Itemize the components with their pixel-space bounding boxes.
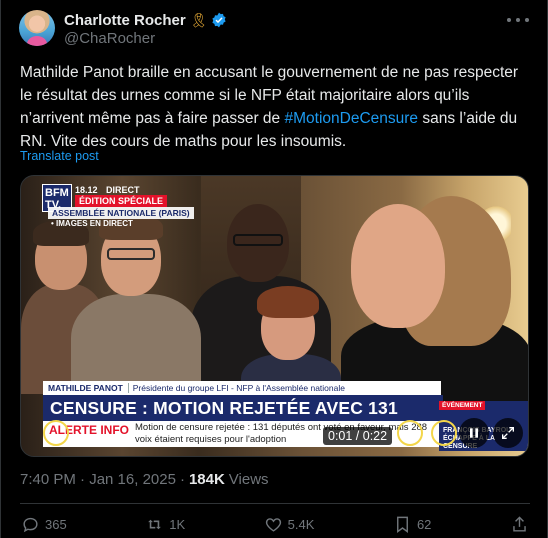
author-name-row: Charlotte Rocher 🎗 <box>64 11 227 29</box>
highlight-circle-icon <box>43 420 69 446</box>
views-count: 184K <box>188 471 225 488</box>
heart-icon <box>265 518 281 532</box>
repost-count: 1K <box>169 517 186 532</box>
translate-post-link[interactable]: Translate post <box>20 149 99 163</box>
broadcast-live-label: DIRECT <box>106 185 140 195</box>
reply-count: 365 <box>45 517 67 532</box>
share-icon <box>513 516 526 532</box>
more-options-icon[interactable] <box>507 11 529 29</box>
bookmark-icon <box>396 516 408 534</box>
verified-badge-icon[interactable] <box>211 12 227 28</box>
reply-button[interactable]: 365 <box>21 515 67 534</box>
avatar[interactable] <box>19 10 55 46</box>
news-headline: CENSURE : MOTION REJETÉE AVEC 131 VOTES … <box>43 395 443 444</box>
action-bar: 365 1K 5.4K 62 <box>21 515 529 534</box>
like-button[interactable]: 5.4K <box>264 515 315 534</box>
post: Charlotte Rocher 🎗 @ChaRocher Mathilde P… <box>0 0 548 538</box>
views-label: Views <box>228 471 269 488</box>
bookmark-count: 62 <box>416 517 432 532</box>
pause-button[interactable] <box>459 418 489 448</box>
repost-button[interactable]: 1K <box>145 515 185 534</box>
video-timer: 0:01 / 0:22 <box>323 427 393 445</box>
post-meta: 7:40 PM · Jan 16, 2025 · 184K Views <box>20 471 269 488</box>
location-banner: ASSEMBLÉE NATIONALE (PARIS) <box>48 207 194 219</box>
bookmark-button[interactable]: 62 <box>393 515 431 534</box>
expand-icon <box>502 427 514 439</box>
divider <box>20 503 530 504</box>
speaker-role: Présidente du groupe LFI - NFP à l'Assem… <box>127 383 345 393</box>
share-button[interactable] <box>510 515 529 534</box>
edition-banner: ÉDITION SPÉCIALE <box>75 195 168 207</box>
post-text: Mathilde Panot braille en accusant le go… <box>20 61 530 153</box>
broadcast-time: 18.12 <box>75 185 98 195</box>
highlight-circle-icon <box>431 420 457 446</box>
repost-icon <box>148 519 162 530</box>
meta-separator: · <box>179 471 185 488</box>
reply-icon <box>23 517 38 533</box>
highlight-circle-icon <box>397 420 423 446</box>
speaker-name: MATHILDE PANOT <box>48 383 123 393</box>
author-handle[interactable]: @ChaRocher <box>64 30 155 47</box>
fullscreen-button[interactable] <box>493 418 523 448</box>
event-tag: ÉVÉNEMENT <box>439 401 486 410</box>
author-display-name[interactable]: Charlotte Rocher <box>64 12 186 29</box>
hashtag-link[interactable]: #MotionDeCensure <box>284 110 418 127</box>
video-player[interactable]: BFM TV. 18.12 DIRECT ÉDITION SPÉCIALE ASS… <box>20 175 529 457</box>
images-live-label: • IMAGES EN DIRECT <box>51 219 133 228</box>
ribbon-icon: 🎗 <box>189 12 208 28</box>
post-timestamp[interactable]: 7:40 PM · Jan 16, 2025 <box>20 471 176 488</box>
pause-icon <box>470 428 478 438</box>
like-count: 5.4K <box>287 517 315 532</box>
speaker-lower-third: MATHILDE PANOT Présidente du groupe LFI … <box>43 381 441 395</box>
